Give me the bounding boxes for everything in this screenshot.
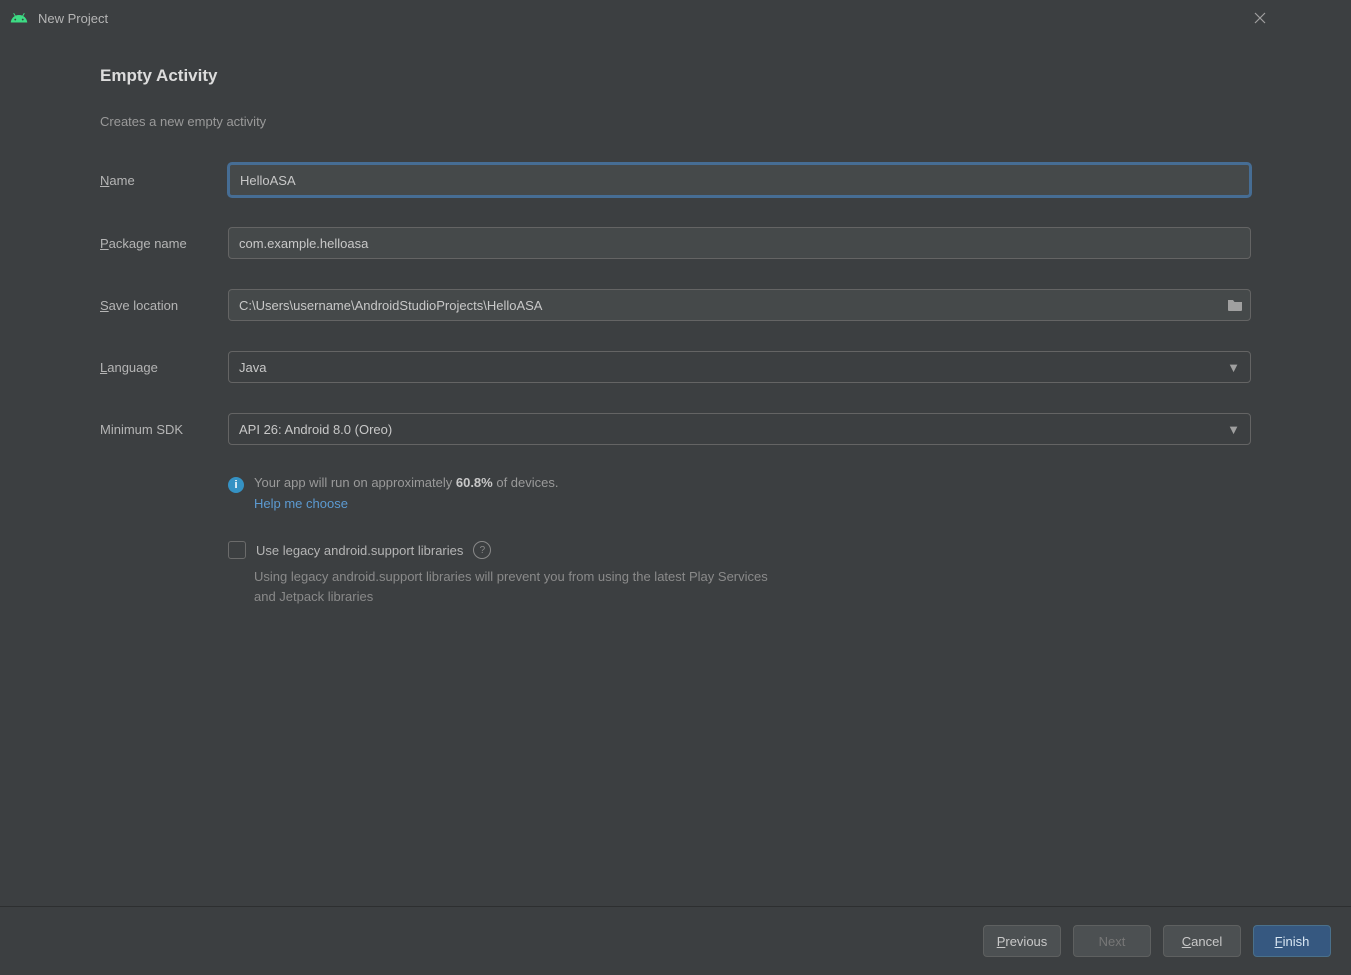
android-icon <box>10 9 28 27</box>
row-min-sdk: Minimum SDK API 26: Android 8.0 (Oreo) ▼ <box>100 413 1251 445</box>
row-language: Language Java ▼ <box>100 351 1251 383</box>
label-min-sdk: Minimum SDK <box>100 422 228 437</box>
legacy-checkbox-row: Use legacy android.support libraries ? <box>228 541 1251 559</box>
chevron-down-icon: ▼ <box>1227 422 1240 437</box>
coverage-info: i Your app will run on approximately 60.… <box>228 475 1251 511</box>
legacy-note: Using legacy android.support libraries w… <box>254 567 774 606</box>
folder-icon <box>1227 298 1243 312</box>
wizard-body: Empty Activity Creates a new empty activ… <box>0 36 1351 907</box>
page-title: Empty Activity <box>100 66 1251 86</box>
chevron-down-icon: ▼ <box>1227 360 1240 375</box>
language-value: Java <box>239 360 266 375</box>
label-save-location: Save location <box>100 298 228 313</box>
previous-button[interactable]: Previous <box>983 925 1061 957</box>
window-title: New Project <box>38 11 108 26</box>
browse-button[interactable] <box>1220 298 1250 312</box>
min-sdk-select[interactable]: API 26: Android 8.0 (Oreo) ▼ <box>228 413 1251 445</box>
label-name: Name <box>100 173 228 188</box>
coverage-text: Your app will run on approximately 60.8%… <box>254 475 559 490</box>
label-package: Package name <box>100 236 228 251</box>
legacy-label: Use legacy android.support libraries <box>256 543 463 558</box>
row-package: Package name <box>100 227 1251 259</box>
row-name: Name <box>100 163 1251 197</box>
cancel-button[interactable]: Cancel <box>1163 925 1241 957</box>
save-location-field <box>228 289 1251 321</box>
close-icon <box>1254 12 1266 24</box>
row-save-location: Save location <box>100 289 1251 321</box>
help-icon[interactable]: ? <box>473 541 491 559</box>
legacy-block: Use legacy android.support libraries ? U… <box>228 541 1251 606</box>
close-button[interactable] <box>1248 6 1272 30</box>
help-me-choose-link[interactable]: Help me choose <box>254 496 559 511</box>
next-button: Next <box>1073 925 1151 957</box>
info-icon: i <box>228 477 244 493</box>
save-location-input[interactable] <box>229 298 1220 313</box>
min-sdk-value: API 26: Android 8.0 (Oreo) <box>239 422 392 437</box>
legacy-checkbox[interactable] <box>228 541 246 559</box>
finish-button[interactable]: Finish <box>1253 925 1331 957</box>
title-bar: New Project <box>0 0 1280 36</box>
label-language: Language <box>100 360 228 375</box>
page-description: Creates a new empty activity <box>100 114 1251 129</box>
package-input[interactable] <box>228 227 1251 259</box>
language-select[interactable]: Java ▼ <box>228 351 1251 383</box>
name-input[interactable] <box>228 163 1251 197</box>
wizard-footer: Previous Next Cancel Finish <box>0 906 1351 975</box>
